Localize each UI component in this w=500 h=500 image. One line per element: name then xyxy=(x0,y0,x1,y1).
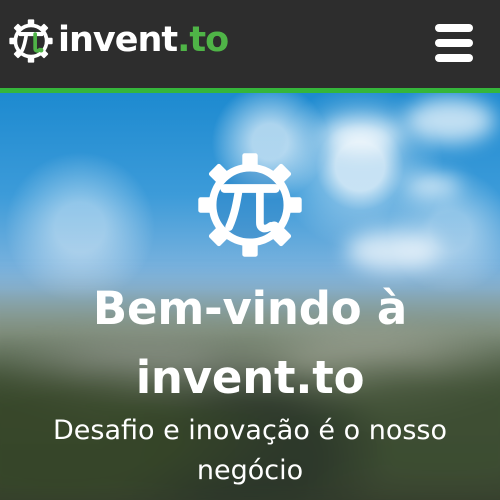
hero-subtitle: Desafio e inovação é o nosso negócio xyxy=(52,415,448,486)
brand-name-prefix: invent xyxy=(58,19,178,60)
hamburger-menu-icon-bar-bottom xyxy=(435,54,473,62)
menu-button[interactable] xyxy=(435,22,473,64)
hamburger-menu-icon-bar-top xyxy=(435,24,473,32)
pi-gear-logo-icon xyxy=(198,153,302,257)
hero-background-cloud xyxy=(322,118,402,153)
brand-link[interactable]: invent.to xyxy=(8,15,229,67)
hero-background-cloud xyxy=(405,175,460,197)
brand-name-dot: . xyxy=(177,19,190,60)
pi-gear-logo-icon xyxy=(9,19,53,63)
nav-accent-line xyxy=(0,88,500,93)
brand-name-suffix: to xyxy=(189,19,229,60)
page: invent.to Bem-vindo à invent.to Desafio … xyxy=(0,0,500,500)
top-navbar: invent.to xyxy=(0,0,500,88)
hero-background-cloud xyxy=(405,98,495,143)
hero-title: Bem-vindo à invent.to xyxy=(92,282,408,404)
hamburger-menu-icon-bar-middle xyxy=(435,39,473,47)
hero-background-cloud xyxy=(346,231,441,271)
hero-section: Bem-vindo à invent.to Desafio e inovação… xyxy=(0,93,500,500)
brand-name: invent.to xyxy=(58,19,229,60)
